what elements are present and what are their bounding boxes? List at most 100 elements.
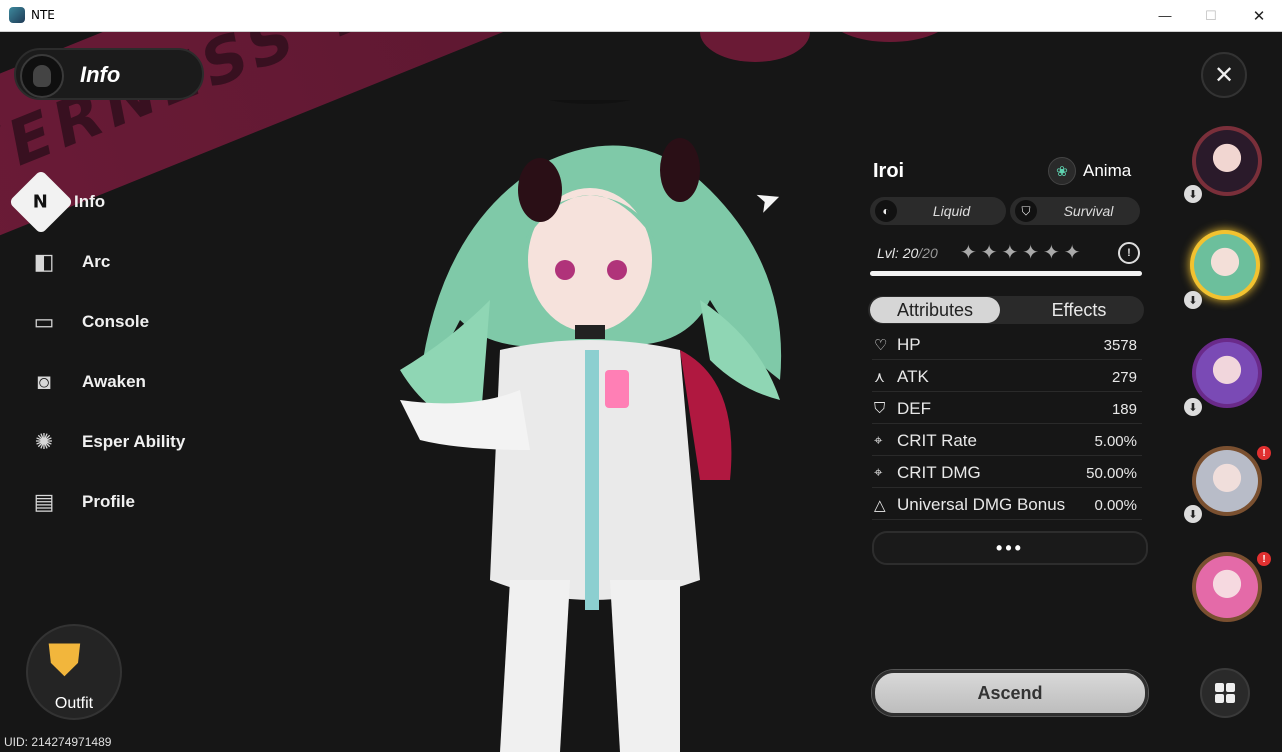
atk-icon: ⋏ [874, 369, 885, 386]
heart-icon: ♡ [874, 337, 888, 354]
stat-row: ⌖ CRIT Rate 5.00% [872, 428, 1142, 456]
roster-portrait-4[interactable] [1192, 446, 1262, 516]
roster-grid-button[interactable] [1200, 668, 1250, 718]
stat-row: △ Universal DMG Bonus 0.00% [872, 492, 1142, 520]
level-value: 20 [902, 245, 919, 261]
close-icon[interactable]: ✕ [1201, 52, 1247, 98]
character-portrait [1196, 450, 1258, 512]
window-titlebar: NTE — ☐ ✕ [0, 0, 1282, 32]
triangle-icon: △ [874, 497, 886, 514]
sidebar-item-label: Arc [82, 252, 111, 271]
level-progress-fill [870, 271, 1142, 276]
alert-badge: ! [1257, 552, 1271, 566]
app-icon [9, 7, 25, 23]
decorative-shape [830, 32, 950, 42]
level-prefix: Lvl: [877, 245, 903, 261]
sidebar-item-label: Profile [82, 492, 135, 511]
sidebar-item-console[interactable]: ▭ Console [24, 300, 149, 344]
attribute-tabs: Attributes Effects [868, 296, 1144, 324]
stat-name: DEF [897, 399, 931, 418]
sidebar-item-info[interactable]: N Info [8, 169, 106, 235]
stat-value: 50.00% [1086, 465, 1137, 482]
level-readout: Lvl: 20/20 [877, 245, 938, 261]
character-portrait [1194, 234, 1256, 296]
crit-rate-icon: ⌖ [874, 432, 883, 449]
stat-value: 0.00% [1094, 497, 1137, 514]
stat-name: CRIT DMG [897, 463, 981, 482]
stat-row: ⛉ DEF 189 [872, 396, 1142, 424]
stat-name: Universal DMG Bonus [897, 495, 1066, 514]
minimize-button[interactable]: — [1142, 0, 1188, 31]
tag-survival: ⛉ Survival [1010, 197, 1140, 225]
stat-name: CRIT Rate [897, 431, 977, 450]
alert-badge: ! [1257, 446, 1271, 460]
ascension-info-icon[interactable]: ! [1118, 242, 1140, 264]
star-rank: ✦✦✦✦✦✦ [960, 242, 1085, 264]
sidebar-item-label: Console [82, 312, 150, 331]
profile-icon: ▤ [33, 489, 55, 514]
avatar [20, 54, 64, 98]
level-max: /20 [918, 245, 938, 261]
shield-icon: ⛉ [874, 400, 886, 417]
window-close-button[interactable]: ✕ [1236, 0, 1282, 31]
awaken-icon: ◙ [37, 369, 51, 394]
liquid-icon: ◐ [875, 200, 897, 222]
sidebar-item-arc[interactable]: ◧ Arc [24, 240, 111, 284]
tag-label: Survival [1063, 203, 1114, 219]
divider [872, 391, 1142, 392]
crit-dmg-icon: ⌖ [874, 464, 883, 481]
grid-icon [1215, 683, 1235, 703]
divider [872, 455, 1142, 456]
sidebar-item-label: Info [74, 192, 106, 211]
character-portrait [1196, 556, 1258, 618]
stat-row: ♡ HP 3578 [872, 332, 1142, 360]
maximize-button[interactable]: ☐ [1188, 0, 1234, 31]
esper-ability-icon: ✺ [34, 429, 54, 454]
character-model [400, 100, 782, 752]
download-icon[interactable]: ⬇ [1184, 505, 1202, 523]
download-icon[interactable]: ⬇ [1184, 291, 1202, 309]
stat-value: 3578 [1103, 337, 1137, 354]
console-icon: ▭ [33, 309, 55, 334]
level-progress-bar [870, 271, 1142, 276]
stat-name: ATK [897, 367, 929, 386]
roster-portrait-2-selected[interactable] [1190, 230, 1260, 300]
tab-attributes[interactable]: Attributes [870, 297, 1000, 323]
character-portrait [1196, 130, 1258, 192]
stat-row: ⋏ ATK 279 [872, 364, 1142, 392]
character-name: Iroi [873, 160, 905, 182]
sidebar-item-awaken[interactable]: ◙ Awaken [24, 360, 146, 404]
tag-liquid: ◐ Liquid [870, 197, 1006, 225]
tag-label: Liquid [932, 203, 971, 219]
page-title: Info [80, 62, 121, 87]
download-icon[interactable]: ⬇ [1184, 185, 1202, 203]
outfit-label: Outfit [54, 695, 94, 712]
ascend-button[interactable]: Ascend [872, 670, 1148, 716]
stat-name: HP [897, 335, 921, 354]
sidebar-item-esper-ability[interactable]: ✺ Esper Ability [24, 420, 186, 464]
divider [872, 423, 1142, 424]
element-label: Anima [1083, 161, 1132, 180]
window-title: NTE [31, 8, 55, 22]
download-icon[interactable]: ⬇ [1184, 398, 1202, 416]
tab-effects[interactable]: Effects [1014, 296, 1144, 324]
hanger-icon: ⛊ [48, 636, 81, 685]
more-button[interactable]: ••• [872, 531, 1148, 565]
divider [872, 519, 1142, 520]
outfit-button[interactable]: ⛊ Outfit [26, 624, 122, 720]
divider [872, 359, 1142, 360]
uid-label: UID: 214274971489 [4, 735, 112, 749]
arc-icon: ◧ [33, 249, 55, 274]
anima-element-icon: ❀ [1048, 157, 1076, 185]
sidebar-item-label: Esper Ability [82, 432, 186, 451]
roster-portrait-3[interactable] [1192, 338, 1262, 408]
roster-portrait-5[interactable] [1192, 552, 1262, 622]
character-tags: ◐ Liquid ⛉ Survival [870, 197, 1140, 225]
roster-portrait-1[interactable] [1192, 126, 1262, 196]
stat-row: ⌖ CRIT DMG 50.00% [872, 460, 1142, 488]
sidebar-item-profile[interactable]: ▤ Profile [24, 480, 135, 524]
stat-value: 279 [1111, 369, 1137, 386]
decorative-shape [700, 32, 810, 62]
sidebar-item-label: Awaken [82, 372, 146, 391]
character-portrait [1196, 342, 1258, 404]
